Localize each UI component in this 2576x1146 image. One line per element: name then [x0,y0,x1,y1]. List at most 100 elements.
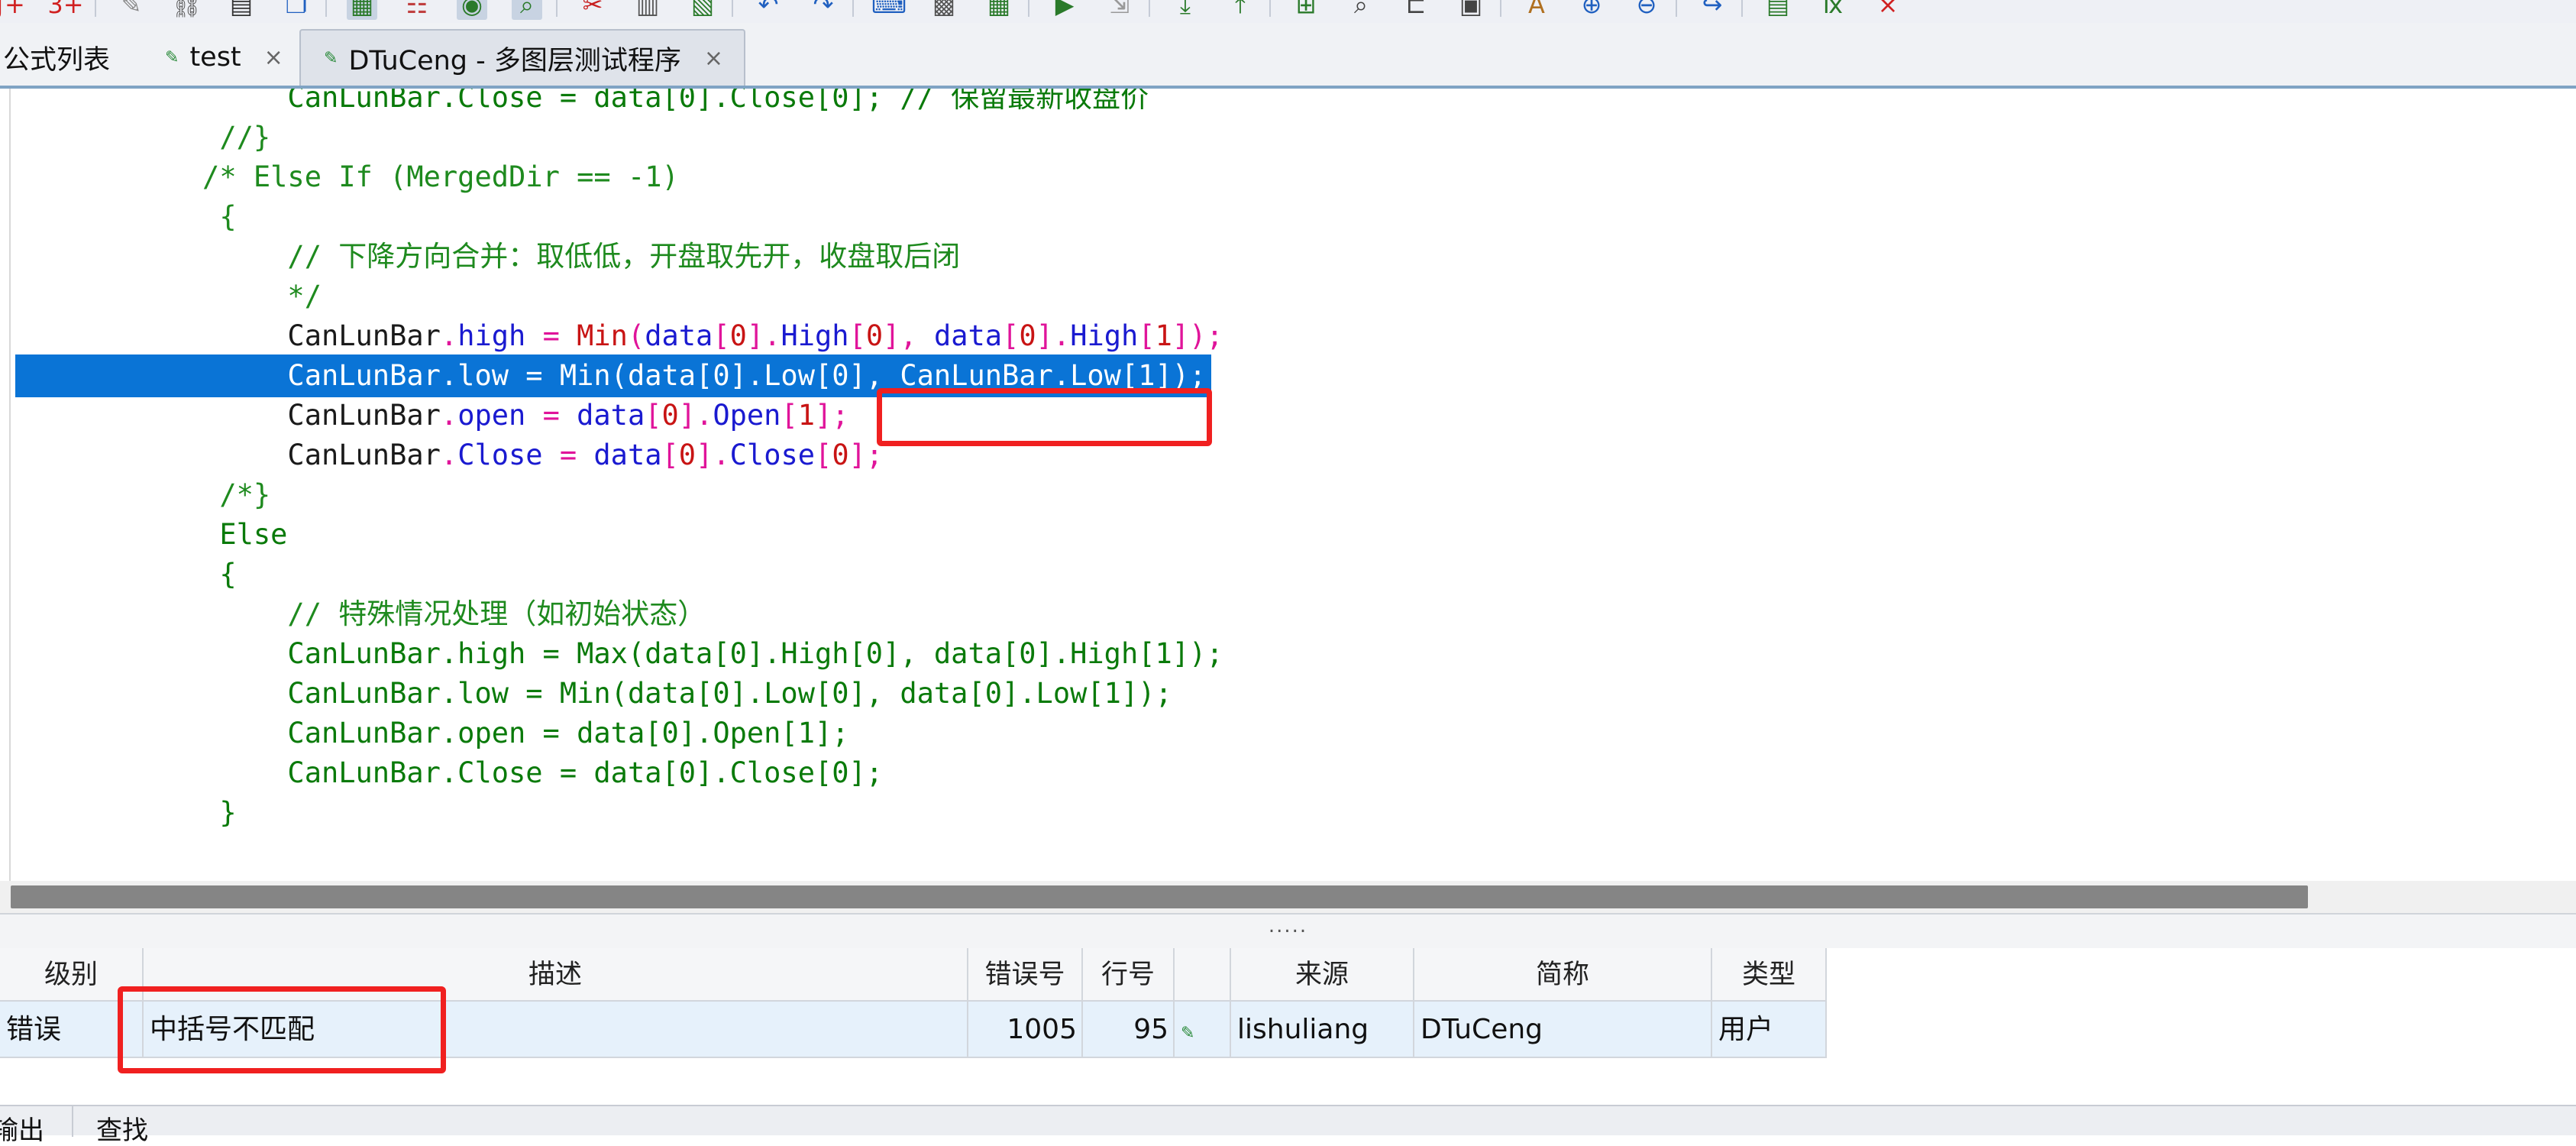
code-line[interactable]: /*} [15,474,270,516]
code-line[interactable]: { [15,553,236,596]
code-line[interactable]: CanLunBar.open = data[0].Open[1]; [15,712,849,755]
code-line[interactable]: /* Else If (MergedDir == -1) [15,156,679,199]
tab-formula-list[interactable]: 公式列表 [3,29,156,86]
paste-special-icon[interactable]: ▧ [687,0,718,20]
jump-icon[interactable]: ↪ [1697,0,1728,20]
window-icon[interactable]: ▣ [1456,0,1486,20]
close-icon[interactable]: × [264,44,283,71]
error-code-cell[interactable]: 1005 [968,1002,1083,1058]
code-line[interactable]: CanLunBar.high = Max(data[0].High[0], da… [15,633,1223,675]
edit-icon[interactable]: ✎ [116,0,147,20]
code-token: . [440,439,458,471]
pin-icon: ✎ [324,48,338,68]
code-line[interactable]: { [15,196,236,238]
code-line[interactable]: CanLunBar.Close = data[0].Close[0]; // 保… [15,89,1149,119]
code-token: [ [815,439,832,471]
export-icon[interactable]: ⇲ [1104,0,1135,20]
code-line[interactable]: //} [15,116,270,159]
list-icon[interactable]: ☷ [402,0,432,20]
paste-icon[interactable]: ▥ [632,0,663,20]
toolbar-separator [325,0,327,17]
download-icon[interactable]: ⤓ [1170,0,1201,20]
error-line-cell[interactable]: 95 [1083,1002,1175,1058]
search-icon[interactable]: ⌕ [512,0,542,20]
error-source-cell[interactable]: lishuliang [1231,1002,1414,1058]
code-token: Close [729,439,816,471]
error-pin-cell[interactable]: ✎ [1175,1002,1231,1058]
code-token: Open [713,399,781,432]
code-line[interactable]: } [15,792,236,834]
code-token: high [457,319,526,352]
code-token: ( [627,319,645,352]
code-line[interactable]: CanLunBar.open = data[0].Open[1]; [15,394,848,437]
upload-icon[interactable]: ⤒ [1225,0,1256,20]
code-line[interactable]: CanLunBar.low = Min(data[0].Low[0], data… [15,672,1172,715]
tab-output[interactable]: 输出 [0,1115,44,1146]
code-editor[interactable]: CanLunBar.Close = data[0].Close[0]; // 保… [0,89,2576,881]
cut-icon[interactable]: ✂ [577,0,608,20]
pane-splitter[interactable]: ..... [0,913,2576,948]
calendar-icon[interactable]: ▩ [929,0,959,20]
save-icon[interactable]: ▤ [226,0,257,20]
link-icon[interactable]: ⛓ [171,0,202,20]
grid-icon[interactable]: ▦ [984,0,1014,20]
column-header-type[interactable]: 类型 [1712,948,1827,1002]
horizontal-scrollbar[interactable] [0,881,2576,913]
formula-add-alt-icon[interactable]: 3+ [47,0,83,20]
zoom-in-icon[interactable]: ⊕ [1576,0,1607,20]
bar-chart-icon[interactable]: ▤ [1763,0,1793,20]
formula-add-icon[interactable]: ʃ+ [0,0,26,20]
column-header-blank[interactable] [1175,948,1231,1002]
code-token: data [577,399,645,432]
code-token: High [1070,319,1139,352]
tab-test[interactable]: ✎ test × [165,29,295,86]
scrollbar-thumb[interactable] [11,885,2308,908]
copy-icon[interactable]: ❐ [281,0,312,20]
code-line[interactable]: // 特殊情况处理（如初始状态） [15,593,706,636]
code-token: . [440,319,458,352]
code-line[interactable]: Else [15,513,287,556]
column-header-line[interactable]: 行号 [1083,948,1175,1002]
code-token: ], [883,319,934,352]
code-line[interactable]: CanLunBar.Close = data[0].Close[0]; [15,434,883,477]
column-header-error-code[interactable]: 错误号 [968,948,1083,1002]
keyboard-icon[interactable]: ⌨ [871,0,907,20]
close-icon[interactable]: × [704,45,723,72]
column-header-short-name[interactable]: 简称 [1414,948,1712,1002]
code-line[interactable]: CanLunBar.high = Min(data[0].High[0], da… [15,315,1223,358]
code-token: 0 [832,439,849,471]
font-icon[interactable]: A [1521,0,1552,20]
excel-icon[interactable]: ⅸ [1818,0,1848,20]
tab-dtuceng[interactable]: ✎ DTuCeng - 多图层测试程序 × [299,29,745,86]
find-icon[interactable]: ⌕ [1346,0,1376,20]
error-short-name-cell[interactable]: DTuCeng [1414,1002,1712,1058]
code-token: Close [457,439,543,471]
undo-icon[interactable]: ↶ [753,0,784,20]
code-line[interactable]: CanLunBar.Close = data[0].Close[0]; [15,752,883,795]
tab-find[interactable]: 查找 [96,1115,148,1146]
error-type-cell[interactable]: 用户 [1712,1002,1827,1058]
view-icon[interactable]: ◉ [457,0,487,20]
code-token: [ [848,319,866,352]
code-token: data [933,319,1003,352]
redo-icon[interactable]: ↷ [808,0,839,20]
tree-icon[interactable]: ⊏ [1401,0,1431,20]
delete-icon[interactable]: ⨯ [1873,0,1903,20]
layout-icon[interactable]: ▦ [347,0,377,20]
run-icon[interactable]: ▶ [1049,0,1080,20]
code-line[interactable]: // 下降方向合并：取低低，开盘取先开，收盘取后闭 [15,235,960,278]
chart-icon[interactable]: ⊞ [1291,0,1321,20]
zoom-out-icon[interactable]: ⊖ [1631,0,1662,20]
column-header-source[interactable]: 来源 [1231,948,1414,1002]
tab-label: DTuCeng - 多图层测试程序 [348,45,681,76]
code-line[interactable]: */ [15,275,322,318]
code-token: CanLunBar.open = data[0].Open[1]; [287,717,849,749]
code-token: . [440,399,458,432]
